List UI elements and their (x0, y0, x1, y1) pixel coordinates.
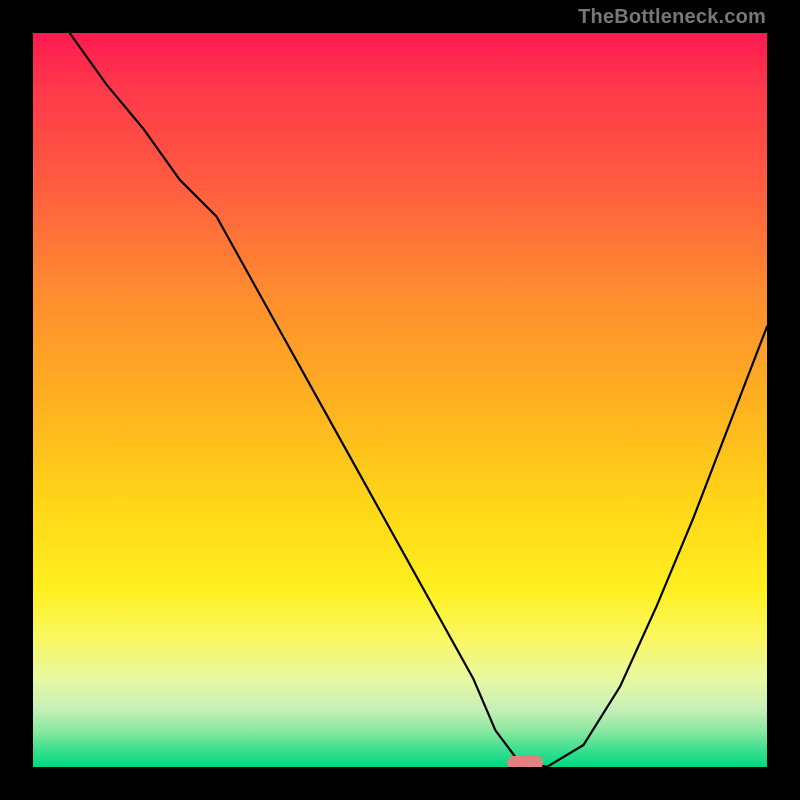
watermark-text: TheBottleneck.com (578, 6, 766, 29)
plot-area (33, 33, 767, 767)
chart-frame: TheBottleneck.com (0, 0, 800, 800)
bottleneck-curve (33, 33, 767, 767)
optimal-point-marker (507, 756, 543, 767)
